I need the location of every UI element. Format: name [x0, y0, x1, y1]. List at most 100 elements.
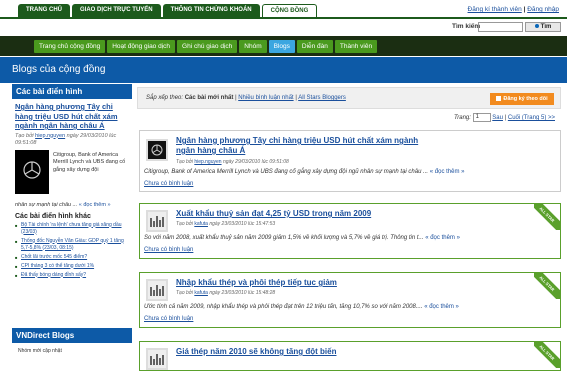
mercedes-logo-icon	[15, 149, 49, 194]
nav-trading-notes[interactable]: Ghi chú giao dịch	[177, 40, 238, 53]
stock-chart-icon	[148, 212, 166, 230]
bullet-icon	[534, 24, 539, 28]
post-author-link[interactable]: kafuta	[194, 221, 208, 227]
post-excerpt-text: Ước tính cả năm 2009, nhập khẩu thép và …	[144, 304, 423, 310]
blog-post: Xuất khẩu thuỷ sản đạt 4,25 tỷ USD trong…	[139, 203, 561, 259]
post-excerpt-text: So với năm 2008, xuất khẩu thuỷ sản năm …	[144, 235, 424, 241]
all-star-badge: ALL STAR	[534, 204, 560, 230]
subscribe-button[interactable]: Đăng ký theo dõi	[490, 93, 554, 105]
page-number-input[interactable]: 1	[472, 113, 491, 122]
nav-groups[interactable]: Nhóm	[239, 40, 267, 53]
post-author-link[interactable]: hiep.nguyen	[194, 159, 221, 165]
nav-blogs[interactable]: Blogs	[268, 40, 295, 53]
featured-tail-text: nhân sự mạnh tại châu ...	[15, 201, 78, 208]
mercedes-logo-icon	[151, 144, 163, 156]
account-separator: |	[523, 6, 526, 13]
post-meta-prefix: Tạo bởi	[176, 221, 193, 227]
post-meta-date: ngày 23/03/2010 lúc 15:48:28	[209, 290, 276, 296]
post-read-more[interactable]: « đọc thêm »	[425, 235, 460, 241]
blog-post: Nhập khẩu thép và phôi thép tiếp tục giả…	[139, 272, 561, 328]
post-read-more[interactable]: « đọc thêm »	[430, 169, 465, 175]
sidebar: Các bài điển hình Ngân hàng phương Tây c…	[12, 84, 132, 362]
nav-members[interactable]: Thành viên	[334, 40, 378, 53]
post-read-more[interactable]: « đọc thêm »	[424, 304, 459, 310]
pager-label: Trang:	[454, 115, 471, 122]
login-link[interactable]: Đăng nhập	[527, 6, 559, 13]
all-star-badge-label: ALL STAR	[534, 273, 560, 299]
sort-all-stars[interactable]: All Stars Bloggers	[298, 95, 346, 101]
rss-icon	[496, 96, 502, 102]
post-excerpt-text: Citigroup, Bank of America Merrill Lynch…	[144, 169, 429, 175]
nav-forum[interactable]: Diễn đàn	[296, 40, 333, 53]
post-meta: Tạo bởi kafuta ngày 23/03/2010 lúc 15:48…	[176, 290, 275, 296]
list-item[interactable]: Bộ Tài chính 'ra lệnh' chưa tăng giá xăn…	[15, 222, 129, 236]
blog-list: Sắp xếp theo: Các bài mới nhất | Nhiều b…	[137, 84, 561, 371]
all-star-badge: ALL STAR	[534, 273, 560, 299]
featured-excerpt-tail: nhân sự mạnh tại châu ... « đọc thêm »	[15, 202, 129, 208]
post-author-link[interactable]: kafuta	[194, 290, 208, 296]
post-excerpt: Ước tính cả năm 2009, nhập khẩu thép và …	[144, 304, 459, 310]
register-link[interactable]: Đăng kí thành viên	[468, 6, 522, 13]
pager-separator: |	[504, 115, 507, 122]
list-item[interactable]: CPI tháng 3 có thể tăng dưới 1%	[15, 263, 129, 270]
sort-newest[interactable]: Các bài mới nhất	[185, 95, 234, 101]
sort-bar: Sắp xếp theo: Các bài mới nhất | Nhiều b…	[137, 87, 561, 109]
tab-home[interactable]: TRANG CHỦ	[18, 4, 70, 18]
tab-online-trading[interactable]: GIAO DỊCH TRỰC TUYẾN	[72, 4, 161, 18]
nav-community-home[interactable]: Trang chủ cộng đồng	[34, 40, 106, 53]
post-comments-link[interactable]: Chưa có bình luận	[144, 316, 193, 322]
post-comments-link[interactable]: Chưa có bình luận	[144, 181, 193, 187]
community-nav: Trang chủ cộng đồng Hoạt động giao dịch …	[0, 36, 567, 56]
featured-title-link[interactable]: Ngân hàng phương Tây chi hàng triệu USD …	[15, 102, 130, 131]
tab-stock-info[interactable]: THÔNG TIN CHỨNG KHOÁN	[162, 4, 260, 18]
page-title-bar: Blogs của cộng đồng	[0, 57, 567, 83]
post-meta: Tạo bởi kafuta ngày 23/03/2010 lúc 15:47…	[176, 221, 275, 227]
post-meta-prefix: Tạo bởi	[176, 290, 193, 296]
pager-last[interactable]: Cuối (Trang 5) >>	[508, 115, 555, 121]
post-comments-link[interactable]: Chưa có bình luận	[144, 247, 193, 253]
post-meta-prefix: Tạo bởi	[176, 159, 193, 165]
other-featured-list: Bộ Tài chính 'ra lệnh' chưa tăng giá xăn…	[15, 222, 129, 279]
post-title-link[interactable]: Ngân hàng phương Tây chi hàng triệu USD …	[176, 136, 436, 156]
top-tabs: TRANG CHỦ GIAO DỊCH TRỰC TUYẾN THÔNG TIN…	[18, 4, 318, 18]
account-links: Đăng kí thành viên | Đăng nhập	[468, 6, 559, 13]
list-item[interactable]: Thống đốc Nguyễn Văn Giàu: GDP quý 1 tăn…	[15, 238, 129, 252]
search-button[interactable]: Tìm	[525, 22, 561, 32]
sort-separator: |	[234, 95, 237, 101]
post-title-link[interactable]: Nhập khẩu thép và phôi thép tiếp tục giả…	[176, 278, 337, 288]
subscribe-label: Đăng ký theo dõi	[503, 96, 548, 102]
search-row: Tìm kiếm Tìm	[0, 19, 567, 36]
pager-next[interactable]: Sau	[492, 115, 503, 121]
search-button-label: Tìm	[540, 24, 552, 30]
stock-chart-icon	[148, 281, 166, 299]
nav-trading-activity[interactable]: Hoạt động giao dịch	[107, 40, 176, 53]
post-thumbnail[interactable]	[146, 348, 168, 370]
featured-meta-prefix: Tạo bởi	[15, 132, 34, 139]
post-thumbnail[interactable]	[146, 279, 168, 301]
recent-groups-label: Nhóm mới cập nhật	[18, 348, 62, 354]
post-excerpt: So với năm 2008, xuất khẩu thuỷ sản năm …	[144, 235, 460, 241]
search-input[interactable]	[478, 22, 523, 32]
other-featured-header: Các bài điển hình khác	[15, 212, 91, 220]
list-item[interactable]: Đã thấy bóng dáng đỉnh sấy?	[15, 272, 129, 279]
sort-separator: |	[295, 95, 297, 101]
post-excerpt: Citigroup, Bank of America Merrill Lynch…	[144, 169, 464, 175]
blog-post: Ngân hàng phương Tây chi hàng triệu USD …	[139, 130, 561, 192]
search-label: Tìm kiếm	[452, 23, 481, 30]
featured-author-link[interactable]: hiep.nguyen	[35, 133, 65, 139]
post-thumbnail[interactable]	[146, 139, 168, 161]
list-item[interactable]: Chốt lãi trước mốc 545 điểm?	[15, 254, 129, 261]
pagination: Trang: 1 Sau | Cuối (Trang 5) >>	[454, 113, 555, 122]
post-thumbnail[interactable]	[146, 210, 168, 232]
post-meta-date: ngày 23/03/2010 lúc 15:47:53	[209, 221, 276, 227]
post-title-link[interactable]: Xuất khẩu thuỷ sản đạt 4,25 tỷ USD trong…	[176, 209, 371, 219]
featured-image[interactable]	[15, 149, 49, 194]
post-title-link[interactable]: Giá thép năm 2010 sẽ không tăng đột biến	[176, 347, 336, 357]
vndirect-blogs-header: VNDirect Blogs	[12, 328, 132, 343]
post-meta: Tạo bởi hiep.nguyen ngày 29/03/2010 lúc …	[176, 159, 289, 165]
sort-most-discussed[interactable]: Nhiều bình luận nhất	[238, 95, 293, 101]
featured-header: Các bài điển hình	[12, 84, 132, 99]
featured-read-more[interactable]: « đọc thêm »	[79, 202, 111, 208]
tab-community[interactable]: CỘNG ĐỒNG	[261, 4, 318, 18]
sort-label: Sắp xếp theo:	[146, 95, 184, 101]
